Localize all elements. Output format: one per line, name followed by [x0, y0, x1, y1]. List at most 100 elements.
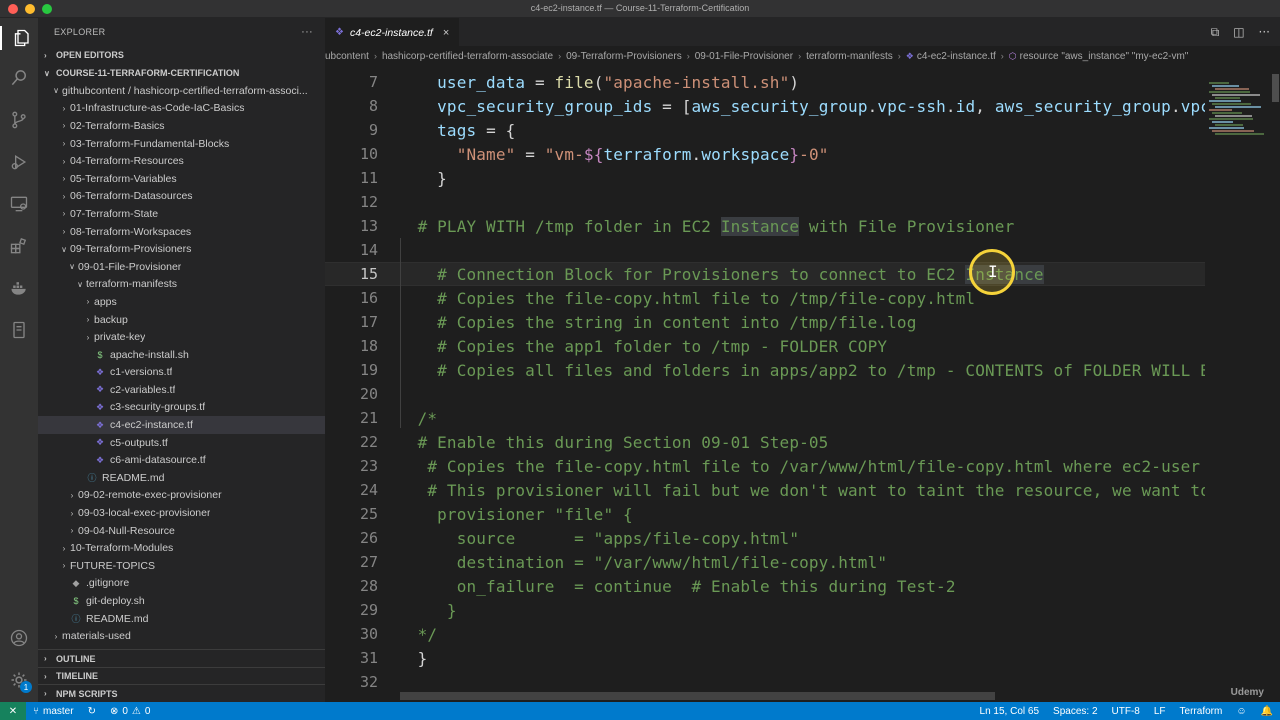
tree-folder[interactable]: ∨ 09-01-File-Provisioner — [38, 258, 325, 276]
tree-folder[interactable]: › 08-Terraform-Workspaces — [38, 223, 325, 241]
code-line[interactable]: 8 vpc_security_group_ids = [aws_security… — [325, 94, 1205, 118]
tree-folder[interactable]: ∨ 09-Terraform-Provisioners — [38, 240, 325, 258]
code-line[interactable]: 19 # Copies all files and folders in app… — [325, 358, 1205, 382]
source-control-icon[interactable] — [7, 108, 31, 132]
tree-folder[interactable]: › FUTURE-TOPICS — [38, 557, 325, 575]
notebook-icon[interactable] — [7, 318, 31, 342]
branch-indicator[interactable]: ⑂ master — [26, 706, 81, 717]
line-number[interactable]: 30 — [325, 625, 378, 643]
line-number[interactable]: 22 — [325, 433, 378, 451]
line-number[interactable]: 27 — [325, 553, 378, 571]
code-line[interactable]: 26 source = "apps/file-copy.html" — [325, 526, 1205, 550]
line-number[interactable]: 13 — [325, 217, 378, 235]
sync-button[interactable]: ↻ — [81, 706, 103, 717]
line-number[interactable]: 28 — [325, 577, 378, 595]
code-line[interactable]: 10 "Name" = "vm-${terraform.workspace}-0… — [325, 142, 1205, 166]
docker-icon[interactable] — [7, 276, 31, 300]
code-line[interactable]: 18 # Copies the app1 folder to /tmp - FO… — [325, 334, 1205, 358]
npm-scripts-section[interactable]: › NPM SCRIPTS — [38, 684, 325, 702]
code-line[interactable]: 17 # Copies the string in content into /… — [325, 310, 1205, 334]
tree-file[interactable]: ⓘ README.md — [38, 469, 325, 487]
tree-folder[interactable]: › 05-Terraform-Variables — [38, 170, 325, 188]
timeline-section[interactable]: › TIMELINE — [38, 666, 325, 685]
tab-c4-ec2-instance[interactable]: ❖ c4-ec2-instance.tf × — [325, 18, 460, 46]
search-icon[interactable] — [7, 66, 31, 90]
scrollbar-thumb[interactable] — [1272, 74, 1279, 102]
code-line[interactable]: 25 provisioner "file" { — [325, 502, 1205, 526]
minimap[interactable] — [1205, 74, 1267, 702]
code-line[interactable]: 9 tags = { — [325, 118, 1205, 142]
outline-section[interactable]: › OUTLINE — [38, 649, 325, 667]
tree-file[interactable]: ❖ c4-ec2-instance.tf — [38, 416, 325, 434]
compare-changes-icon[interactable]: ⧉ — [1211, 25, 1220, 40]
code-line[interactable]: 22 # Enable this during Section 09-01 St… — [325, 430, 1205, 454]
code-line[interactable]: 27 destination = "/var/www/html/file-cop… — [325, 550, 1205, 574]
breadcrumb-item[interactable]: 09-Terraform-Provisioners — [566, 51, 682, 62]
code-line[interactable]: 23 # Copies the file-copy.html file to /… — [325, 454, 1205, 478]
vertical-scrollbar[interactable] — [1270, 74, 1280, 702]
more-actions-icon[interactable]: ··· — [1259, 25, 1270, 40]
tree-folder[interactable]: › 09-02-remote-exec-provisioner — [38, 487, 325, 505]
close-tab-icon[interactable]: × — [443, 27, 449, 39]
tree-folder[interactable]: › 07-Terraform-State — [38, 205, 325, 223]
tree-folder[interactable]: › 02-Terraform-Basics — [38, 117, 325, 135]
line-number[interactable]: 19 — [325, 361, 378, 379]
problems-indicator[interactable]: ⊗ 0 ⚠ 0 — [103, 706, 157, 717]
line-number[interactable]: 12 — [325, 193, 378, 211]
notifications-icon[interactable]: 🔔 — [1254, 706, 1280, 717]
tree-file[interactable]: ❖ c3-security-groups.tf — [38, 399, 325, 417]
split-editor-icon[interactable]: ◫ — [1233, 25, 1244, 40]
tree-folder[interactable]: › 09-04-Null-Resource — [38, 522, 325, 540]
tree-file[interactable]: ⓘ README.md — [38, 610, 325, 628]
breadcrumb-item[interactable]: c4-ec2-instance.tf — [917, 51, 996, 62]
tree-file[interactable]: ❖ c6-ami-datasource.tf — [38, 451, 325, 469]
end-of-line[interactable]: LF — [1147, 706, 1173, 717]
accounts-icon[interactable] — [7, 626, 31, 650]
line-number[interactable]: 8 — [325, 97, 378, 115]
line-number[interactable]: 21 — [325, 409, 378, 427]
line-number[interactable]: 31 — [325, 649, 378, 667]
cursor-position[interactable]: Ln 15, Col 65 — [973, 706, 1047, 717]
line-number[interactable]: 29 — [325, 601, 378, 619]
horizontal-scrollbar[interactable] — [400, 692, 995, 700]
tree-file[interactable]: $ git-deploy.sh — [38, 592, 325, 610]
encoding[interactable]: UTF-8 — [1105, 706, 1147, 717]
tree-folder[interactable]: › apps — [38, 293, 325, 311]
line-number[interactable]: 24 — [325, 481, 378, 499]
line-number[interactable]: 14 — [325, 241, 378, 259]
code-line[interactable]: 28 on_failure = continue # Enable this d… — [325, 574, 1205, 598]
line-number[interactable]: 9 — [325, 121, 378, 139]
feedback-icon[interactable]: ☺ — [1229, 706, 1253, 717]
tree-folder[interactable]: › 04-Terraform-Resources — [38, 152, 325, 170]
breadcrumb-item[interactable]: resource "aws_instance" "my-ec2-vm" — [1020, 51, 1189, 62]
tree-folder[interactable]: ∨ terraform-manifests — [38, 276, 325, 294]
run-debug-icon[interactable] — [7, 150, 31, 174]
line-number[interactable]: 16 — [325, 289, 378, 307]
line-number[interactable]: 32 — [325, 673, 378, 691]
tree-folder[interactable]: › materials-used — [38, 627, 325, 645]
language-mode[interactable]: Terraform — [1173, 706, 1230, 717]
tree-file[interactable]: ❖ c1-versions.tf — [38, 364, 325, 382]
code-line[interactable]: 32 — [325, 670, 1205, 694]
code-line[interactable]: 15 # Connection Block for Provisioners t… — [325, 262, 1205, 286]
line-number[interactable]: 23 — [325, 457, 378, 475]
line-number[interactable]: 25 — [325, 505, 378, 523]
breadcrumb-item[interactable]: 09-01-File-Provisioner — [695, 51, 793, 62]
workspace-section[interactable]: ∨ COURSE-11-TERRAFORM-CERTIFICATION — [38, 64, 325, 82]
line-number[interactable]: 17 — [325, 313, 378, 331]
tree-folder[interactable]: › backup — [38, 311, 325, 329]
code-line[interactable]: 12 — [325, 190, 1205, 214]
code-line[interactable]: 11 } — [325, 166, 1205, 190]
tree-file[interactable]: ◆ .gitignore — [38, 575, 325, 593]
tree-folder[interactable]: › 01-Infrastructure-as-Code-IaC-Basics — [38, 100, 325, 118]
breadcrumb-item[interactable]: terraform-manifests — [806, 51, 893, 62]
line-number[interactable]: 15 — [325, 265, 378, 283]
tree-folder[interactable]: › 10-Terraform-Modules — [38, 539, 325, 557]
code-line[interactable]: 21 /* — [325, 406, 1205, 430]
line-number[interactable]: 11 — [325, 169, 378, 187]
code-line[interactable]: 29 } — [325, 598, 1205, 622]
breadcrumb-item[interactable]: hashicorp-certified-terraform-associate — [382, 51, 553, 62]
settings-gear-icon[interactable]: 1 — [7, 668, 32, 693]
code-line[interactable]: 20 — [325, 382, 1205, 406]
tree-file[interactable]: $ apache-install.sh — [38, 346, 325, 364]
